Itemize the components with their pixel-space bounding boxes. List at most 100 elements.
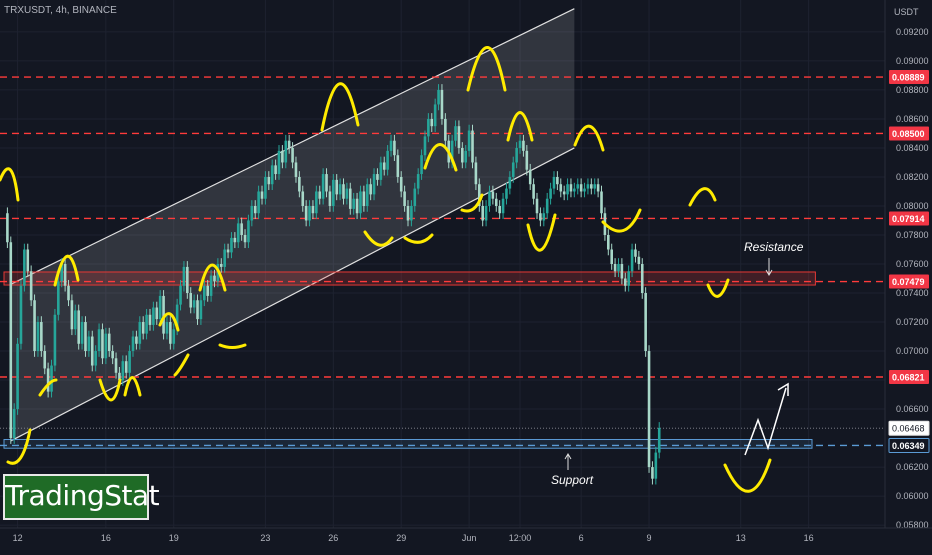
chart-area[interactable]: Resistance Support 0.05800 0.06000 0.06200 0.… — [0, 0, 932, 550]
candle-body — [505, 188, 508, 199]
candle-body — [566, 184, 569, 195]
candle-body — [590, 184, 593, 189]
price-chart[interactable]: ResistanceSupport0.058000.060000.062000.… — [0, 0, 932, 550]
candle — [53, 308, 57, 372]
candle-body — [90, 336, 94, 366]
candle-body — [556, 176, 559, 185]
candle-body — [243, 234, 247, 243]
candle-body — [498, 205, 501, 214]
candle-body — [260, 191, 264, 199]
level-price-text: 0.07479 — [892, 277, 925, 287]
candle-body — [145, 314, 148, 334]
tradingstat-watermark: TradingStat — [3, 474, 160, 520]
candle-body — [403, 191, 406, 206]
candle-body — [539, 213, 542, 221]
candle-body — [515, 147, 518, 163]
price-tick-label: 0.06600 — [896, 404, 929, 414]
candle-body — [19, 285, 23, 344]
candle-body — [253, 205, 257, 214]
candle-body — [26, 249, 30, 272]
time-tick-label: 19 — [169, 533, 179, 543]
candle-body — [484, 205, 488, 221]
time-tick-label: 29 — [396, 533, 406, 543]
candle — [647, 345, 651, 473]
candle-body — [545, 198, 549, 214]
candle-body — [396, 155, 400, 177]
candle-body — [128, 351, 131, 373]
candle-body — [338, 184, 342, 195]
candle-body — [219, 264, 223, 267]
candle-body — [433, 104, 437, 127]
candle-body — [257, 191, 260, 214]
candle-body — [53, 314, 57, 366]
candle-body — [532, 184, 535, 199]
candle-body — [393, 140, 396, 156]
candle-body — [199, 300, 203, 320]
candle-body — [610, 249, 613, 264]
candle-body — [84, 322, 87, 352]
candle-body — [270, 165, 274, 185]
candle-body — [141, 322, 145, 334]
candle-body — [481, 205, 484, 221]
candle — [77, 304, 80, 350]
candle-body — [416, 174, 420, 189]
candle-body — [644, 293, 647, 352]
candle-body — [267, 176, 271, 185]
support-label: Support — [551, 473, 594, 487]
candle-body — [488, 191, 491, 206]
candle-body — [284, 140, 288, 163]
candle-body — [406, 205, 410, 221]
candle-body — [155, 307, 159, 320]
candle-body — [372, 174, 376, 195]
price-tick-label: 0.08400 — [896, 143, 929, 153]
candle-body — [573, 188, 576, 192]
candle-body — [165, 322, 169, 334]
candle-body — [77, 310, 80, 344]
candle-body — [348, 188, 352, 209]
candle-body — [342, 184, 345, 199]
candle-body — [206, 285, 209, 296]
candle-body — [596, 184, 600, 192]
candle-body — [430, 118, 434, 127]
resistance-zone — [3, 271, 816, 286]
candle-body — [131, 336, 135, 352]
candle — [101, 323, 104, 365]
candle-body — [172, 329, 176, 344]
candle — [36, 316, 40, 357]
candle-body — [535, 198, 539, 214]
time-tick-label: 26 — [328, 533, 338, 543]
level-price-text: 0.07914 — [892, 214, 925, 224]
candle-body — [413, 188, 417, 206]
candle-body — [213, 275, 216, 282]
support-zone — [3, 439, 813, 449]
candle-body — [593, 184, 597, 189]
candle-body — [376, 174, 379, 180]
candle-body — [491, 191, 495, 199]
candle-body — [461, 147, 464, 163]
candle-body — [111, 351, 114, 359]
candle-body — [250, 205, 254, 221]
candle-body — [9, 242, 13, 439]
candle — [84, 316, 87, 357]
candle-body — [308, 205, 311, 221]
candle-body — [617, 264, 620, 272]
candle-body — [135, 336, 138, 344]
candle-body — [576, 184, 580, 189]
candle-body — [637, 256, 641, 264]
candle — [33, 294, 36, 357]
level-price-text: 0.08889 — [892, 73, 925, 83]
candle-body — [613, 264, 617, 272]
candle — [90, 330, 94, 372]
candle-body — [169, 322, 172, 344]
candle-body — [325, 174, 328, 192]
candle-body — [304, 205, 308, 221]
candle-body — [359, 191, 362, 214]
candle-body — [23, 249, 26, 286]
resistance-label: Resistance — [744, 240, 804, 254]
candle-body — [634, 249, 637, 257]
candle-body — [389, 140, 393, 151]
candle-body — [501, 198, 505, 214]
candle — [6, 207, 9, 249]
candle-body — [311, 205, 315, 214]
candle-body — [70, 300, 74, 330]
